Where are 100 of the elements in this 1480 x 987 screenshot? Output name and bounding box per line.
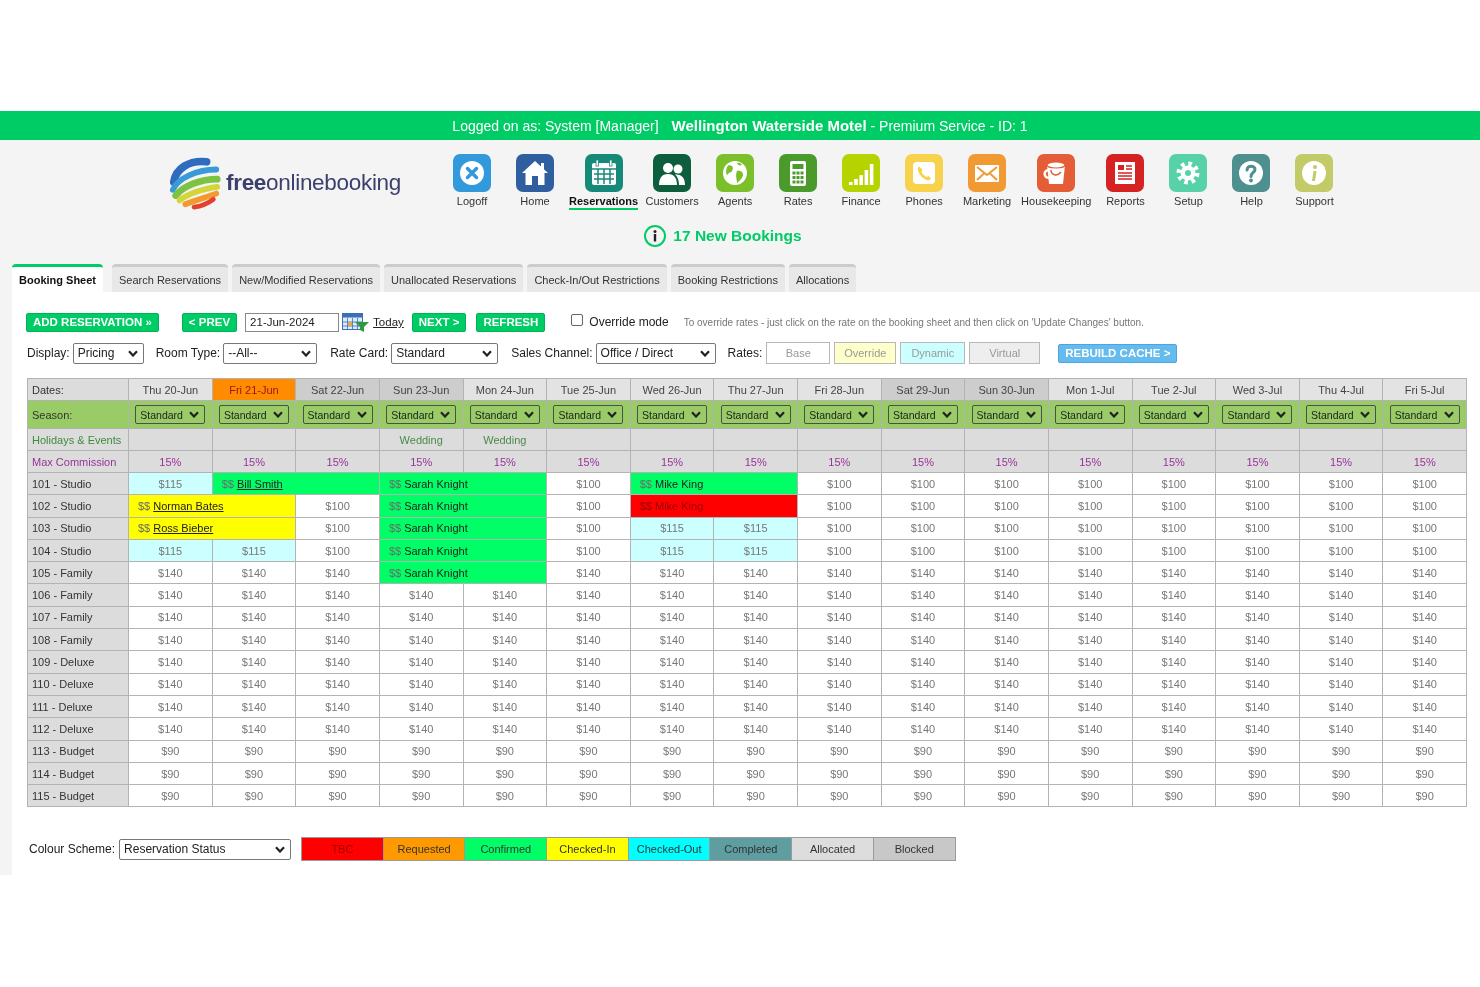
season-dropdown[interactable]: Standard [1138,405,1209,424]
nav-item[interactable]: Marketing [958,154,1017,210]
chevron-down-icon [1109,411,1120,418]
filter-label: Display: [27,346,70,360]
chevron-down-icon [774,411,785,418]
chevron-down-icon [272,411,283,418]
nav-item[interactable]: Help [1222,154,1281,210]
season-dropdown[interactable]: Standard [218,405,289,424]
room-name: 103 - Studio [27,517,129,540]
login-info: Logged on as: System [Manager] [452,117,659,134]
season-dropdown[interactable]: Standard [804,405,875,424]
date-header: Sat 29-Jun [881,378,965,401]
nav-item[interactable]: Phones [895,154,954,210]
filter-label: Rate Card: [330,346,389,360]
date-header: Mon 1-Jul [1048,378,1132,401]
nav-item[interactable]: Customers [643,154,702,210]
season-dropdown[interactable]: Standard [1306,405,1377,424]
season-dropdown[interactable]: Standard [1055,405,1126,424]
deposit-mark: $$ [388,477,402,490]
season-dropdown[interactable]: Standard [469,405,540,424]
rate-type-key: Override [834,342,897,364]
deposit-mark: $$ [388,544,402,557]
season-dropdown[interactable]: Standard [302,405,373,424]
nav-item[interactable]: Support [1285,154,1344,210]
nav-item[interactable]: Rates [769,154,828,210]
season-dropdown[interactable]: Standard [887,405,958,424]
room-name: 115 - Budget [27,784,129,807]
booking-bar[interactable]: $$ Mike King [630,472,798,495]
nav-item[interactable]: Home [506,154,564,210]
date-header: Thu 27-Jun [713,378,798,401]
brand-name: freeonlinebooking [226,170,402,196]
status-legend-item: Checked-In [546,837,629,862]
booking-bar[interactable]: $$ Sarah Knight [379,517,547,540]
booking-bar[interactable]: $$ Ross Bieber [128,517,296,540]
booking-bar[interactable]: $$ Sarah Knight [379,472,547,495]
season-dropdown[interactable]: Standard [1222,405,1293,424]
guest-name: Mike King [655,499,704,512]
tab[interactable]: Allocations [789,264,857,292]
nav-item[interactable]: Agents [706,154,765,210]
season-dropdown[interactable]: Standard [971,405,1042,424]
deposit-mark: $$ [388,566,402,579]
status-legend-item: TBC [301,837,384,862]
tab[interactable]: Booking Restrictions [670,264,785,292]
checkbox-label: Override mode [589,315,669,329]
chevron-down-icon [440,411,451,418]
nav-item[interactable]: Logoff [443,154,501,210]
tab[interactable]: New/Modified Reservations [232,264,380,292]
date-header: Fri 5-Jul [1382,378,1467,401]
nav-item[interactable]: Reports [1096,154,1155,210]
nav-item[interactable]: Reservations [569,154,639,210]
calendar-icon[interactable] [342,312,370,332]
booking-bar[interactable]: $$ Sarah Knight [379,539,547,562]
date-field[interactable]: 21-Jun-2024 [245,312,340,332]
tab[interactable]: Unallocated Reservations [384,264,524,292]
nav-item[interactable]: Setup [1159,154,1218,210]
booking-bar[interactable]: $$ Norman Bates [128,494,296,518]
guest-name: Mike King [655,477,704,490]
nav-item[interactable]: Finance [832,154,891,210]
booking-bar[interactable]: $$ Sarah Knight [379,494,547,518]
property-title: Wellington Waterside Motel - Premium Service - ID: 1 [671,117,1028,134]
tab[interactable]: Check-In/Out Restrictions [527,264,667,292]
room-name: 105 - Family [27,561,129,584]
guest-link[interactable]: Bill Smith [236,477,283,490]
info-icon [644,225,667,247]
chevron-down-icon [127,349,138,357]
date-header: Sat 22-Jun [295,378,380,401]
filter-dropdown[interactable]: Office / Direct [595,342,716,364]
season-dropdown[interactable]: Standard [637,405,708,424]
season-dropdown[interactable]: Standard [1389,405,1460,424]
guest-link[interactable]: Ross Bieber [153,522,214,535]
booking-bar[interactable]: $$ Sarah Knight [379,561,547,584]
deposit-mark: $$ [388,522,402,535]
room-name: 108 - Family [27,628,129,651]
today-link[interactable]: Today [373,316,404,328]
tab[interactable]: Search Reservations [112,264,229,292]
room-name: 104 - Studio [27,539,129,562]
status-legend-item: Allocated [791,837,874,862]
colour-scheme-dropdown[interactable]: Reservation Status [119,838,292,860]
override-checkbox[interactable] [571,314,584,326]
tab[interactable]: Booking Sheet [12,264,103,292]
season-dropdown[interactable]: Standard [135,405,206,424]
booking-bar[interactable]: $$ Bill Smith [212,472,380,495]
season-dropdown[interactable]: Standard [386,405,457,424]
season-dropdown[interactable]: Standard [553,405,624,424]
status-legend-item: Checked-Out [627,837,711,862]
filter-dropdown[interactable]: --All-- [223,342,318,364]
date-header: Tue 25-Jun [546,378,631,401]
deposit-mark: $$ [639,499,652,512]
chevron-down-icon [1443,411,1454,418]
guest-link[interactable]: Norman Bates [153,499,224,512]
chevron-down-icon [1192,411,1203,418]
filter-dropdown[interactable]: Pricing [72,342,144,364]
nav-item[interactable]: Housekeeping [1021,154,1092,210]
row-label: Season: [27,400,129,429]
date-header: Fri 28-Jun [797,378,882,401]
filter-dropdown[interactable]: Standard [391,342,499,364]
colour-scheme-label: Colour Scheme: [29,842,116,857]
season-dropdown[interactable]: Standard [720,405,791,424]
date-header: Wed 3-Jul [1215,378,1300,401]
status-legend-item: Completed [709,837,793,862]
